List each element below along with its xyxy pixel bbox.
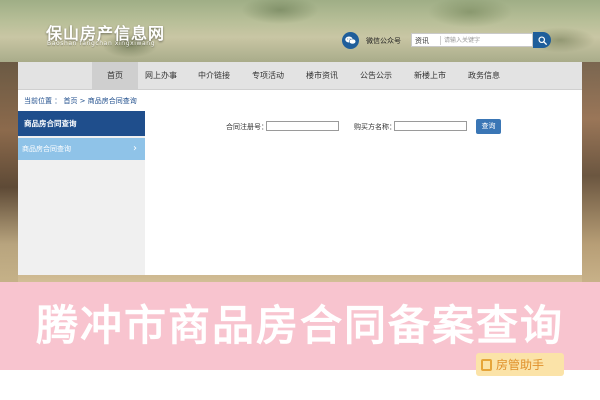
- nav-item-announcements[interactable]: 公告公示: [352, 62, 400, 90]
- sidebar-item-contract-query[interactable]: 商品房合同查询 ›: [18, 138, 145, 160]
- search-scope-select[interactable]: 资讯: [415, 36, 429, 46]
- wechat-bubbles-icon: [345, 36, 356, 45]
- scenery-left: [0, 62, 18, 290]
- search-icon: [537, 35, 547, 45]
- nav-item-home[interactable]: 首页: [92, 62, 138, 90]
- assistant-badge: 房管助手: [476, 353, 564, 376]
- contract-no-input[interactable]: [266, 121, 339, 131]
- buyer-name-input[interactable]: [394, 121, 467, 131]
- nav-item-government-info[interactable]: 政务信息: [460, 62, 508, 90]
- wechat-icon[interactable]: [342, 32, 359, 49]
- banner-title: 腾冲市商品房合同备案查询: [35, 301, 564, 350]
- search-divider: [440, 36, 441, 45]
- nav-item-special-events[interactable]: 专项活动: [244, 62, 292, 90]
- sidebar-header: 商品房合同查询: [18, 111, 145, 136]
- nav-item-new-listings[interactable]: 新楼上市: [406, 62, 454, 90]
- nav-item-market-news[interactable]: 楼市资讯: [298, 62, 346, 90]
- wechat-label[interactable]: 微信公众号: [366, 36, 401, 46]
- breadcrumb: 当前位置 ： 首页 > 商品房合同查询: [24, 97, 137, 105]
- house-manager-icon: [481, 358, 492, 371]
- site-logo-subtitle: Baoshan fangchan xingxiwang: [47, 40, 156, 47]
- scenery-right: [582, 62, 600, 290]
- badge-text: 房管助手: [496, 358, 545, 372]
- search-button[interactable]: [533, 32, 551, 48]
- nav-item-agency-links[interactable]: 中介链接: [190, 62, 238, 90]
- main-content: 当前位置 ： 首页 > 商品房合同查询 商品房合同查询 商品房合同查询 › 合同…: [18, 90, 582, 275]
- sidebar: 商品房合同查询 商品房合同查询 ›: [18, 111, 145, 275]
- chevron-right-icon: ›: [133, 143, 137, 154]
- query-button[interactable]: 查询: [476, 119, 501, 134]
- search-input[interactable]: [444, 35, 530, 46]
- sidebar-item-label: 商品房合同查询: [22, 145, 71, 153]
- title-banner: 腾冲市商品房合同备案查询 房管助手: [0, 282, 600, 376]
- contract-no-label: 合同注册号：: [226, 123, 268, 131]
- nav-item-online-services[interactable]: 网上办事: [138, 62, 184, 90]
- buyer-name-label: 购买方名称：: [354, 123, 396, 131]
- search-box: 资讯: [411, 33, 533, 47]
- main-nav: 首页 网上办事 中介链接 专项活动 楼市资讯 公告公示 新楼上市 政务信息: [18, 62, 582, 90]
